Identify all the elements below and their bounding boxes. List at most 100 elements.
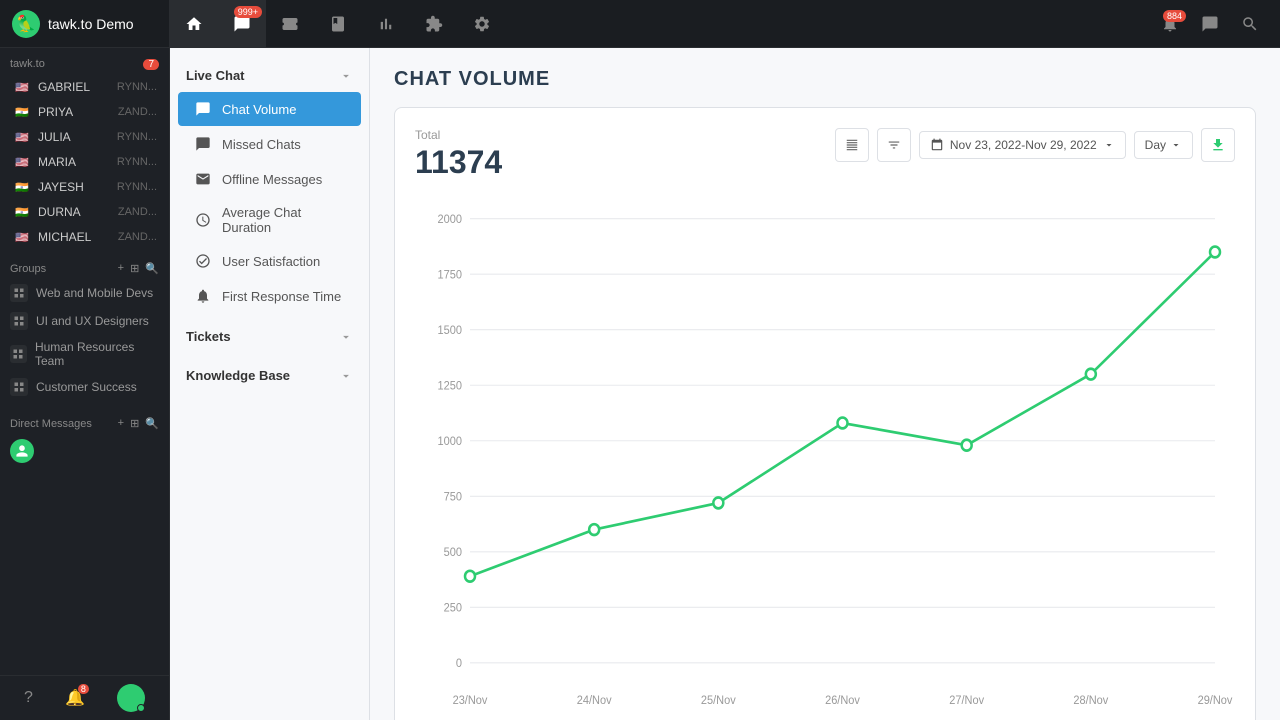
main-content: CHAT VOLUME Total 11374 Nov 23, 202 [370, 48, 1280, 720]
menu-item-icon [194, 211, 212, 229]
group-name: Customer Success [36, 380, 137, 394]
tickets-chevron-icon [339, 330, 353, 344]
search-group-icon[interactable]: 🔍 [145, 262, 159, 275]
browse-group-icon[interactable]: ⊞ [130, 262, 139, 275]
analytics-sidebar: Live Chat Chat Volume Missed Chats Offli… [170, 48, 370, 720]
analytics-menu-item-chat-volume[interactable]: Chat Volume [178, 92, 361, 126]
group-name: UI and UX Designers [36, 314, 149, 328]
sidebar-user-item[interactable]: 🇺🇸 JULIA RYNN... [4, 125, 165, 149]
menu-item-icon [194, 287, 212, 305]
user-agent: RYNN... [117, 156, 157, 168]
sidebar-chat-header: tawk.to 7 [0, 48, 169, 74]
day-view-btn[interactable]: Day [1134, 131, 1193, 159]
avatar [10, 439, 34, 463]
user-flag: 🇺🇸 [12, 80, 32, 94]
group-item[interactable]: Human Resources Team [0, 335, 169, 373]
sidebar-user-item[interactable]: 🇮🇳 PRIYA ZAND... [4, 100, 165, 124]
menu-item-label: First Response Time [222, 289, 341, 304]
user-agent: ZAND... [118, 106, 157, 118]
kb-header[interactable]: Knowledge Base [170, 360, 369, 391]
sidebar-user-item[interactable]: 🇮🇳 DURNA ZAND... [4, 200, 165, 224]
menu-item-label: User Satisfaction [222, 254, 320, 269]
browse-dm-icon[interactable]: ⊞ [130, 417, 139, 430]
chevron-down-icon [339, 69, 353, 83]
nav-ticket[interactable] [266, 0, 314, 48]
chart-totals: Total 11374 [415, 128, 502, 181]
search-btn[interactable] [1232, 6, 1268, 42]
group-name: Web and Mobile Devs [36, 286, 153, 300]
sidebar-brand-label: tawk.to [10, 58, 45, 70]
nav-kb[interactable] [314, 0, 362, 48]
filter-btn[interactable] [877, 128, 911, 162]
sidebar-user-item[interactable]: 🇺🇸 MARIA RYNN... [4, 150, 165, 174]
groups-header: Groups + ⊞ 🔍 [0, 254, 169, 279]
user-name: MARIA [38, 155, 117, 169]
groups-actions: + ⊞ 🔍 [118, 262, 159, 275]
left-sidebar: tawk.to 7 🇺🇸 GABRIEL RYNN... 🇮🇳 PRIYA ZA… [0, 48, 170, 720]
nav-chat[interactable]: 999+ [218, 0, 266, 48]
group-item[interactable]: Customer Success [0, 373, 169, 401]
analytics-menu-item-offline-messages[interactable]: Offline Messages [178, 162, 361, 196]
total-label: Total [415, 128, 502, 142]
nav-settings[interactable] [458, 0, 506, 48]
group-item[interactable]: Web and Mobile Devs [0, 279, 169, 307]
brand-logo: 🦜 [12, 10, 40, 38]
menu-item-label: Chat Volume [222, 102, 296, 117]
svg-text:0: 0 [456, 658, 462, 670]
live-chat-label: Live Chat [186, 68, 245, 83]
analytics-menu-item-missed-chats[interactable]: Missed Chats [178, 127, 361, 161]
menu-item-label: Missed Chats [222, 137, 301, 152]
add-group-icon[interactable]: + [118, 262, 124, 275]
messages-btn[interactable] [1192, 6, 1228, 42]
nav-home[interactable] [170, 0, 218, 48]
notification-icon[interactable]: 🔔 8 [65, 688, 85, 708]
page-title: CHAT VOLUME [394, 68, 1256, 91]
menu-item-icon [194, 170, 212, 188]
download-btn[interactable] [1201, 128, 1235, 162]
chat-count: 7 [143, 59, 159, 70]
svg-text:250: 250 [444, 602, 462, 614]
chart-controls: Nov 23, 2022-Nov 29, 2022 Day [835, 128, 1235, 162]
search-dm-icon[interactable]: 🔍 [145, 417, 159, 430]
svg-text:25/Nov: 25/Nov [701, 695, 736, 707]
nav-analytics[interactable] [362, 0, 410, 48]
svg-text:1500: 1500 [438, 325, 462, 337]
user-name: DURNA [38, 205, 118, 219]
topbar-right: 884 [1152, 6, 1280, 42]
user-flag: 🇮🇳 [12, 105, 32, 119]
line-chart-svg: 02505007501000125015001750200023/Nov24/N… [415, 197, 1235, 717]
sidebar-user-item[interactable]: 🇺🇸 MICHAEL ZAND... [4, 225, 165, 249]
analytics-menu-item-avg-chat-duration[interactable]: Average Chat Duration [178, 197, 361, 243]
user-name: MICHAEL [38, 230, 118, 244]
group-item[interactable]: UI and UX Designers [0, 307, 169, 335]
user-avatar[interactable] [117, 684, 145, 712]
topbar-nav: 999+ [170, 0, 1152, 47]
sidebar-user-item[interactable]: 🇺🇸 GABRIEL RYNN... [4, 75, 165, 99]
user-flag: 🇺🇸 [12, 130, 32, 144]
user-flag: 🇮🇳 [12, 205, 32, 219]
groups-list: Web and Mobile Devs UI and UX Designers … [0, 279, 169, 401]
user-agent: RYNN... [117, 81, 157, 93]
chart-card: Total 11374 Nov 23, 2022-Nov 29, 2022 [394, 107, 1256, 720]
analytics-menu-item-user-satisfaction[interactable]: User Satisfaction [178, 244, 361, 278]
help-icon[interactable]: ? [24, 689, 33, 707]
add-dm-icon[interactable]: + [118, 417, 124, 430]
svg-text:27/Nov: 27/Nov [949, 695, 984, 707]
kb-section: Knowledge Base [170, 360, 369, 391]
date-range-btn[interactable]: Nov 23, 2022-Nov 29, 2022 [919, 131, 1126, 159]
nav-plugins[interactable] [410, 0, 458, 48]
total-value: 11374 [415, 144, 502, 181]
topbar: 🦜 tawk.to Demo 999+ 884 [0, 0, 1280, 48]
live-chat-header[interactable]: Live Chat [170, 60, 369, 91]
sidebar-user-item[interactable]: 🇮🇳 JAYESH RYNN... [4, 175, 165, 199]
groups-label: Groups [10, 263, 46, 275]
analytics-menu-item-first-response-time[interactable]: First Response Time [178, 279, 361, 313]
table-view-btn[interactable] [835, 128, 869, 162]
user-agent: RYNN... [117, 131, 157, 143]
menu-item-icon [194, 252, 212, 270]
svg-text:750: 750 [444, 491, 462, 503]
tickets-header[interactable]: Tickets [170, 321, 369, 352]
menu-item-icon [194, 100, 212, 118]
notifications-btn[interactable]: 884 [1152, 6, 1188, 42]
group-icon [10, 312, 28, 330]
